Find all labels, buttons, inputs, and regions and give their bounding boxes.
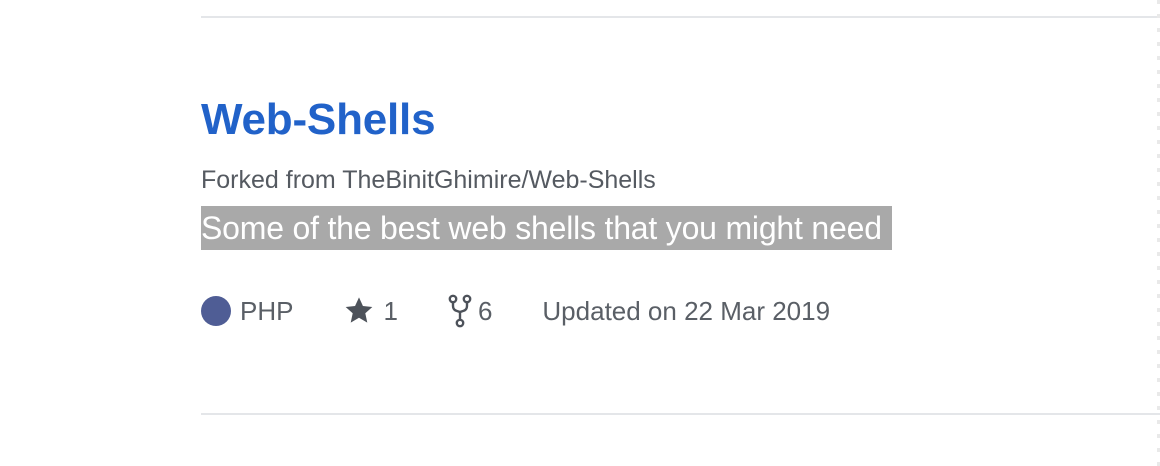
star-count: 1 — [383, 296, 398, 326]
updated-info: Updated on 22 Mar 2019 — [542, 294, 830, 328]
top-divider — [201, 16, 1160, 18]
updated-text: Updated on 22 Mar 2019 — [542, 296, 831, 326]
repository-meta: PHP 1 6 Updated on 22 Mar 2019 — [201, 294, 1101, 328]
stars-link[interactable]: 1 — [343, 294, 398, 328]
repository-name-link[interactable]: Web-Shells — [201, 90, 436, 150]
language-info: PHP — [201, 294, 293, 328]
star-icon — [343, 295, 375, 327]
fork-icon — [448, 294, 472, 328]
fork-count: 6 — [477, 296, 493, 326]
forks-link[interactable]: 6 — [448, 294, 492, 328]
language-color-dot — [201, 296, 231, 326]
forked-from-text: Forked from TheBinitGhimire/Web-Shells — [201, 164, 1101, 196]
bottom-divider — [201, 413, 1160, 415]
repository-list-page: Web-Shells Forked from TheBinitGhimire/W… — [0, 0, 1160, 466]
forked-source-link[interactable]: TheBinitGhimire/Web-Shells — [342, 166, 656, 194]
forked-prefix: Forked from — [201, 166, 343, 194]
repository-description: Some of the best web shells that you mig… — [201, 206, 892, 250]
repository-list-item: Web-Shells Forked from TheBinitGhimire/W… — [201, 90, 1101, 328]
language-name: PHP — [240, 296, 294, 326]
